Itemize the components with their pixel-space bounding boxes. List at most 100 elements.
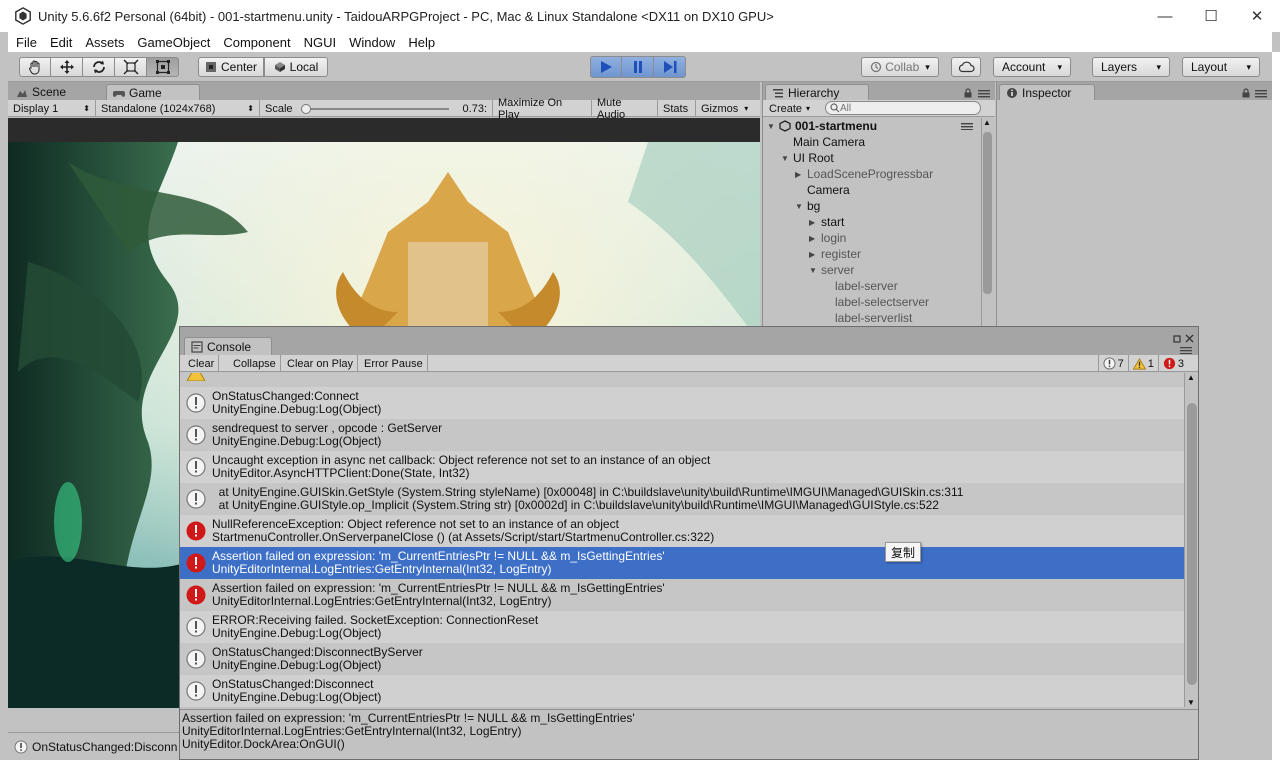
list-item[interactable] — [180, 373, 1184, 387]
clear-on-play-toggle[interactable]: Clear on Play — [283, 355, 359, 372]
collapse-toggle[interactable]: Collapse — [229, 355, 281, 372]
stats-toggle[interactable]: Stats — [658, 100, 696, 117]
log-detail-text[interactable]: Assertion failed on expression: 'm_Curre… — [180, 709, 1198, 759]
list-item[interactable]: ERROR:Receiving failed. SocketException:… — [180, 611, 1184, 643]
play-button[interactable] — [590, 56, 622, 78]
clear-button[interactable]: Clear — [184, 355, 220, 372]
expand-arrow-icon[interactable]: ▶ — [795, 170, 807, 179]
expand-arrow-icon[interactable]: ▼ — [795, 202, 807, 211]
error-count-toggle[interactable]: 3 — [1157, 355, 1188, 372]
list-item[interactable]: OnStatusChanged:DisconnectByServer UnityE… — [180, 643, 1184, 675]
copy-context-menu-item[interactable]: 复制 — [885, 542, 921, 562]
tab-scene[interactable]: Scene — [10, 84, 104, 100]
scroll-up-icon[interactable]: ▲ — [1187, 373, 1195, 382]
scale-slider[interactable] — [300, 103, 449, 114]
list-item[interactable]: OnStatusChanged:Disconnect UnityEngine.De… — [180, 675, 1184, 707]
expand-arrow-icon[interactable]: ▼ — [781, 154, 793, 163]
expand-arrow-icon[interactable]: ▼ — [767, 122, 779, 131]
hierarchy-scrollbar[interactable]: ▲ — [981, 118, 993, 327]
inspector-tab-label: Inspector — [1022, 85, 1072, 100]
layers-dropdown[interactable]: Layers ▾ — [1092, 57, 1170, 77]
step-button[interactable] — [654, 56, 686, 78]
close-window-icon[interactable] — [1185, 334, 1194, 343]
error-pause-toggle[interactable]: Error Pause — [360, 355, 428, 372]
cloud-button[interactable] — [951, 57, 981, 77]
minimize-button[interactable]: — — [1142, 0, 1188, 32]
warning-count-toggle[interactable]: 1 — [1127, 355, 1158, 372]
scale-slider-handle[interactable] — [300, 103, 311, 114]
menu-edit[interactable]: Edit — [50, 35, 72, 50]
list-item-selected[interactable]: Assertion failed on expression: 'm_Curre… — [180, 547, 1184, 579]
menu-assets[interactable]: Assets — [85, 35, 124, 50]
hierarchy-item-ui-root[interactable]: ▼ UI Root — [781, 150, 834, 166]
maximize-window-icon[interactable] — [1173, 335, 1181, 343]
hierarchy-search-input[interactable]: All — [825, 101, 981, 115]
list-item[interactable]: OnStatusChanged:Connect UnityEngine.Debug… — [180, 387, 1184, 419]
hierarchy-item-loadsceneprogressbar[interactable]: ▶ LoadSceneProgressbar — [795, 166, 933, 182]
list-item[interactable]: Assertion failed on expression: 'm_Curre… — [180, 579, 1184, 611]
expand-arrow-icon[interactable]: ▶ — [809, 234, 821, 243]
lock-icon[interactable] — [1241, 88, 1251, 98]
display-dropdown[interactable]: Display 1 ⬍ — [8, 100, 96, 117]
expand-arrow-icon[interactable]: ▼ — [809, 266, 821, 275]
log-count-toggle[interactable]: 7 — [1097, 355, 1128, 372]
mute-audio-toggle[interactable]: Mute Audio — [592, 97, 658, 121]
menu-ngui[interactable]: NGUI — [304, 35, 337, 50]
hierarchy-item-main-camera[interactable]: Main Camera — [793, 134, 865, 150]
hierarchy-item-camera[interactable]: Camera — [807, 182, 850, 198]
close-button[interactable]: ✕ — [1234, 0, 1280, 32]
scene-root[interactable]: ▼ 001-startmenu — [767, 118, 877, 134]
pivot-local-toggle[interactable]: Local — [264, 57, 328, 77]
gizmos-dropdown[interactable]: Gizmos ▾ — [696, 100, 760, 117]
panel-menu-icon[interactable] — [961, 122, 973, 130]
menu-gameobject[interactable]: GameObject — [137, 35, 210, 50]
hierarchy-item-bg[interactable]: ▼ bg — [795, 198, 820, 214]
hand-tool-button[interactable] — [19, 57, 51, 77]
hierarchy-item-label-server[interactable]: label-server — [835, 278, 898, 294]
scroll-down-icon[interactable]: ▼ — [1187, 698, 1195, 707]
hierarchy-item-label-selectserver[interactable]: label-selectserver — [835, 294, 929, 310]
rotate-tool-button[interactable] — [83, 57, 115, 77]
maximize-on-play-toggle[interactable]: Maximize On Play — [493, 97, 592, 121]
layout-dropdown[interactable]: Layout ▾ — [1182, 57, 1260, 77]
hierarchy-item-register[interactable]: ▶ register — [809, 246, 861, 262]
collab-dropdown[interactable]: Collab ▾ — [861, 57, 939, 77]
rect-tool-button[interactable] — [147, 57, 179, 77]
list-item[interactable]: Uncaught exception in async net callback… — [180, 451, 1184, 483]
account-dropdown[interactable]: Account ▾ — [993, 57, 1071, 77]
move-tool-button[interactable] — [51, 57, 83, 77]
resolution-dropdown[interactable]: Standalone (1024x768) ⬍ — [96, 100, 260, 117]
scroll-up-icon[interactable]: ▲ — [983, 118, 991, 127]
pivot-center-toggle[interactable]: Center — [198, 57, 264, 77]
error-icon — [1163, 357, 1175, 370]
hierarchy-item-start[interactable]: ▶ start — [809, 214, 844, 230]
panel-menu-icon[interactable] — [1255, 88, 1267, 98]
menu-window[interactable]: Window — [349, 35, 395, 50]
hierarchy-item-server[interactable]: ▼ server — [809, 262, 854, 278]
pause-button[interactable] — [622, 56, 654, 78]
scrollbar-thumb[interactable] — [1187, 403, 1197, 685]
panel-menu-icon[interactable] — [1180, 346, 1192, 354]
maximize-button[interactable]: ☐ — [1188, 0, 1234, 32]
create-dropdown[interactable]: Create ▾ — [769, 101, 810, 116]
tab-console[interactable]: Console — [184, 337, 272, 355]
console-scrollbar[interactable]: ▲ ▼ — [1184, 373, 1198, 707]
scale-tool-button[interactable] — [115, 57, 147, 77]
list-item[interactable]: sendrequest to server , opcode : GetServ… — [180, 419, 1184, 451]
menu-help[interactable]: Help — [408, 35, 435, 50]
hierarchy-item-label-serverlist[interactable]: label-serverlist — [835, 310, 912, 326]
panel-menu-icon[interactable] — [978, 88, 990, 98]
expand-arrow-icon[interactable]: ▶ — [809, 218, 821, 227]
tab-hierarchy[interactable]: Hierarchy — [765, 84, 869, 100]
tab-game[interactable]: Game — [106, 84, 200, 100]
console-tab-label: Console — [207, 339, 252, 354]
lock-icon[interactable] — [963, 88, 973, 98]
list-item[interactable]: NullReferenceException: Object reference… — [180, 515, 1184, 547]
list-item[interactable]: at UnityEngine.GUISkin.GetStyle (System.… — [180, 483, 1184, 515]
expand-arrow-icon[interactable]: ▶ — [809, 250, 821, 259]
tab-inspector[interactable]: Inspector — [999, 84, 1095, 100]
menu-file[interactable]: File — [16, 35, 37, 50]
console-log-list[interactable]: OnStatusChanged:Connect UnityEngine.Debug… — [180, 373, 1184, 707]
menu-component[interactable]: Component — [223, 35, 290, 50]
hierarchy-item-login[interactable]: ▶ login — [809, 230, 846, 246]
